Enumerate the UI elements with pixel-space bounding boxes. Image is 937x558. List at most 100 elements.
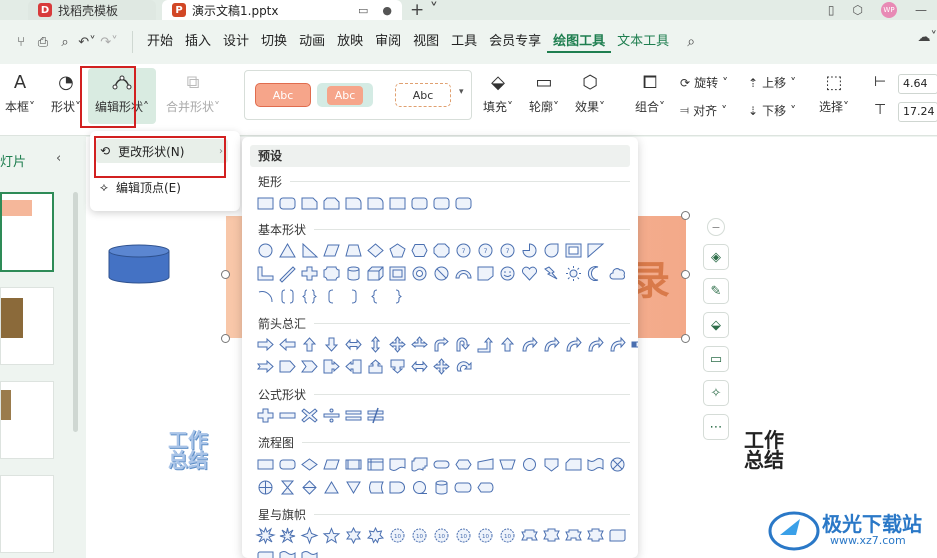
menu-text-tools[interactable]: 文本工具 <box>611 31 675 53</box>
wordart-right[interactable]: 工作 总结 <box>744 430 784 470</box>
shape-option-trap[interactable] <box>344 241 362 259</box>
shape-option-round1[interactable] <box>366 194 384 212</box>
shape-option-plus[interactable] <box>256 406 274 424</box>
shape-option-aud[interactable] <box>366 335 384 353</box>
shape-option-stripe[interactable] <box>630 335 638 353</box>
resize-handle[interactable] <box>681 270 690 279</box>
shape-option-foff[interactable] <box>542 455 560 473</box>
shape-option-rrect[interactable] <box>278 194 296 212</box>
menu-view[interactable]: 视图 <box>407 31 445 53</box>
shape-option-uturn[interactable] <box>454 335 472 353</box>
shape-option-fconn[interactable] <box>520 455 538 473</box>
shape-option-ribbon2[interactable] <box>586 526 604 544</box>
layout-icon[interactable]: ▯ <box>828 3 835 17</box>
menu-animation[interactable]: 动画 <box>293 31 331 53</box>
print-icon[interactable]: ⎙ <box>32 35 54 50</box>
tab-template[interactable]: D 找稻壳模板 <box>28 0 156 20</box>
shape-option-fint[interactable] <box>366 455 384 473</box>
shape-option-starn[interactable]: 10 <box>454 526 472 544</box>
branch-icon[interactable]: ⑂ <box>10 35 32 50</box>
shape-option-oct[interactable] <box>432 241 450 259</box>
minimize-icon[interactable]: — <box>915 3 927 17</box>
search-icon[interactable]: ⌕ <box>687 34 695 50</box>
shape-option-circle[interactable] <box>256 241 274 259</box>
shape-option-star7[interactable] <box>366 526 384 544</box>
shape-option-fdoc[interactable] <box>388 455 406 473</box>
shape-option-rbc[interactable] <box>388 287 406 305</box>
width-input[interactable]: 4.64 <box>898 74 937 94</box>
fill-button[interactable]: ⬙ 填充˅ <box>478 70 518 115</box>
height-input[interactable]: 17.24 <box>898 102 937 122</box>
shape-option-fstor[interactable] <box>366 478 384 496</box>
collapse-minus-icon[interactable]: − <box>707 218 725 236</box>
shape-option-callr[interactable] <box>322 357 340 375</box>
shape-option-fseq[interactable] <box>410 478 428 496</box>
shape-option-sun[interactable] <box>564 264 582 282</box>
shape-option-arc[interactable] <box>454 264 472 282</box>
shape-option-al[interactable] <box>278 335 296 353</box>
shape-option-burst[interactable] <box>254 526 276 544</box>
fill-bucket-icon[interactable]: ⬙ <box>703 312 729 338</box>
style-preset-2[interactable]: Abc <box>317 83 373 107</box>
shape-option-rrect[interactable] <box>410 194 428 212</box>
shape-option-star4[interactable] <box>300 526 318 544</box>
menu-design[interactable]: 设计 <box>217 31 255 53</box>
shape-option-ftape[interactable] <box>586 455 604 473</box>
shape-option-smile[interactable] <box>498 264 516 282</box>
wordart-left[interactable]: 工作 总结 <box>168 430 208 470</box>
rotate-button[interactable]: ⟳ 旋转 ˅ <box>680 74 728 91</box>
shape-option-a3[interactable] <box>410 335 428 353</box>
menu-drawing-tools[interactable]: 绘图工具 <box>547 31 612 53</box>
shape-option-fsum[interactable] <box>608 455 626 473</box>
shape-option-div[interactable] <box>322 406 340 424</box>
edit-shape-button[interactable]: 编辑形状˄ <box>90 70 154 115</box>
group-button[interactable]: ⧠ 组合˅ <box>630 70 670 115</box>
shape-option-lup[interactable] <box>476 335 494 353</box>
avatar[interactable]: WP <box>881 2 897 18</box>
tab-presentation[interactable]: P 演示文稿1.pptx ▭ ● <box>162 0 402 20</box>
shape-option-num[interactable]: 7 <box>498 241 516 259</box>
menu-review[interactable]: 审阅 <box>369 31 407 53</box>
shape-option-fdisk[interactable] <box>432 478 450 496</box>
shape-option-frame[interactable] <box>564 241 582 259</box>
shape-option-calld[interactable] <box>388 357 406 375</box>
shape-option-rrect[interactable] <box>454 194 472 212</box>
shape-option-num[interactable]: 7 <box>454 241 472 259</box>
shape-option-pie[interactable] <box>520 241 538 259</box>
shape-option-fdisp[interactable] <box>476 478 494 496</box>
layers-icon[interactable]: ◈ <box>703 244 729 270</box>
shape-option-half[interactable] <box>586 241 604 259</box>
shape-option-curv[interactable] <box>608 335 626 353</box>
screen-icon[interactable]: ▭ <box>358 4 368 17</box>
magic-icon[interactable]: ✧ <box>703 380 729 406</box>
shape-option-rrect[interactable] <box>432 194 450 212</box>
menu-item-edit-points[interactable]: ⟡ 编辑顶点(E) <box>100 175 181 199</box>
box-icon[interactable]: ⬡ <box>853 3 863 17</box>
shape-option-tri[interactable] <box>278 241 296 259</box>
resize-handle[interactable] <box>681 334 690 343</box>
shape-option-fmer[interactable] <box>344 478 362 496</box>
shape-option-fext[interactable] <box>322 478 340 496</box>
shape-option-bolt[interactable] <box>542 264 560 282</box>
shape-option-fdec[interactable] <box>300 455 318 473</box>
menu-item-change-shape[interactable]: ⟲ 更改形状(N) <box>96 139 228 163</box>
shape-option-starn[interactable]: 10 <box>498 526 516 544</box>
redo-icon[interactable]: ↷˅ <box>98 35 120 50</box>
shape-option-cube[interactable] <box>366 264 384 282</box>
shape-option-starn[interactable]: 10 <box>476 526 494 544</box>
shape-option-bent[interactable] <box>432 335 450 353</box>
dot-icon[interactable]: ● <box>382 4 392 17</box>
shape-option-fdelay[interactable] <box>388 478 406 496</box>
shape-option-slash[interactable] <box>278 264 296 283</box>
shape-option-wave[interactable] <box>278 548 296 558</box>
shape-option-eq[interactable] <box>344 406 362 424</box>
menu-slideshow[interactable]: 放映 <box>331 31 369 53</box>
shape-option-wave[interactable] <box>300 548 318 558</box>
shape-option-snip2[interactable] <box>322 194 340 212</box>
shape-option-mult[interactable] <box>300 406 318 424</box>
menu-member[interactable]: 会员专享 <box>483 31 547 53</box>
shape-option-starn[interactable]: 10 <box>388 526 406 544</box>
shape-option-arcl[interactable] <box>256 287 274 305</box>
shape-option-rbr[interactable] <box>344 287 362 305</box>
shape-option-brace[interactable] <box>300 287 318 305</box>
